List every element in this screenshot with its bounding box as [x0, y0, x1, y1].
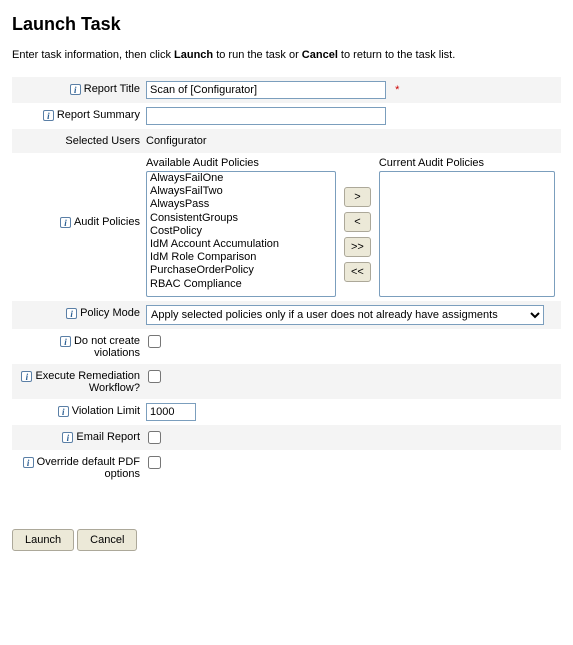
- selected-users-value: Configurator: [146, 135, 207, 147]
- policy-option[interactable]: AlwaysPass: [147, 198, 335, 211]
- report-title-input[interactable]: [146, 81, 386, 99]
- policy-option[interactable]: IdM Account Accumulation: [147, 238, 335, 251]
- policy-option[interactable]: ConsistentGroups: [147, 212, 335, 225]
- remove-button[interactable]: <: [344, 212, 371, 232]
- label-violation-limit: Violation Limit: [72, 405, 140, 417]
- page-title: Launch Task: [12, 14, 561, 35]
- label-email-report: Email Report: [76, 431, 140, 443]
- policy-option[interactable]: RBAC Compliance: [147, 278, 335, 291]
- info-icon[interactable]: i: [43, 110, 54, 121]
- label-dont-create-violations: Do not create violations: [74, 335, 140, 359]
- info-icon[interactable]: i: [21, 371, 32, 382]
- dont-create-violations-checkbox[interactable]: [148, 335, 161, 348]
- policy-option[interactable]: AlwaysFailTwo: [147, 185, 335, 198]
- info-icon[interactable]: i: [23, 457, 34, 468]
- info-icon[interactable]: i: [62, 432, 73, 443]
- label-available-policies: Available Audit Policies: [146, 157, 336, 169]
- info-icon[interactable]: i: [60, 217, 71, 228]
- label-override-pdf: Override default PDF options: [37, 456, 140, 480]
- required-mark: *: [395, 84, 399, 96]
- launch-button[interactable]: Launch: [12, 529, 74, 551]
- current-policies-list[interactable]: [379, 171, 555, 297]
- email-report-checkbox[interactable]: [148, 431, 161, 444]
- available-policies-list[interactable]: AlwaysFailOneAlwaysFailTwoAlwaysPassCons…: [146, 171, 336, 297]
- intro-text: Enter task information, then click Launc…: [12, 49, 561, 61]
- label-current-policies: Current Audit Policies: [379, 157, 555, 169]
- policy-option[interactable]: AlwaysFailOne: [147, 172, 335, 185]
- label-policy-mode: Policy Mode: [80, 307, 140, 319]
- info-icon[interactable]: i: [66, 308, 77, 319]
- policy-option[interactable]: CostPolicy: [147, 225, 335, 238]
- info-icon[interactable]: i: [60, 336, 71, 347]
- label-selected-users: Selected Users: [65, 135, 140, 147]
- add-button[interactable]: >: [344, 187, 371, 207]
- label-execute-remediation: Execute Remediation Workflow?: [35, 370, 140, 394]
- violation-limit-input[interactable]: [146, 403, 196, 421]
- add-all-button[interactable]: >>: [344, 237, 371, 257]
- remove-all-button[interactable]: <<: [344, 262, 371, 282]
- label-report-summary: Report Summary: [57, 109, 140, 121]
- policy-option[interactable]: PurchaseOrderPolicy: [147, 264, 335, 277]
- info-icon[interactable]: i: [70, 84, 81, 95]
- label-audit-policies: Audit Policies: [74, 216, 140, 228]
- report-summary-input[interactable]: [146, 107, 386, 125]
- override-pdf-checkbox[interactable]: [148, 456, 161, 469]
- execute-remediation-checkbox[interactable]: [148, 370, 161, 383]
- label-report-title: Report Title: [84, 83, 140, 95]
- info-icon[interactable]: i: [58, 406, 69, 417]
- cancel-button[interactable]: Cancel: [77, 529, 137, 551]
- policy-mode-select[interactable]: Apply selected policies only if a user d…: [146, 305, 544, 325]
- policy-option[interactable]: IdM Role Comparison: [147, 251, 335, 264]
